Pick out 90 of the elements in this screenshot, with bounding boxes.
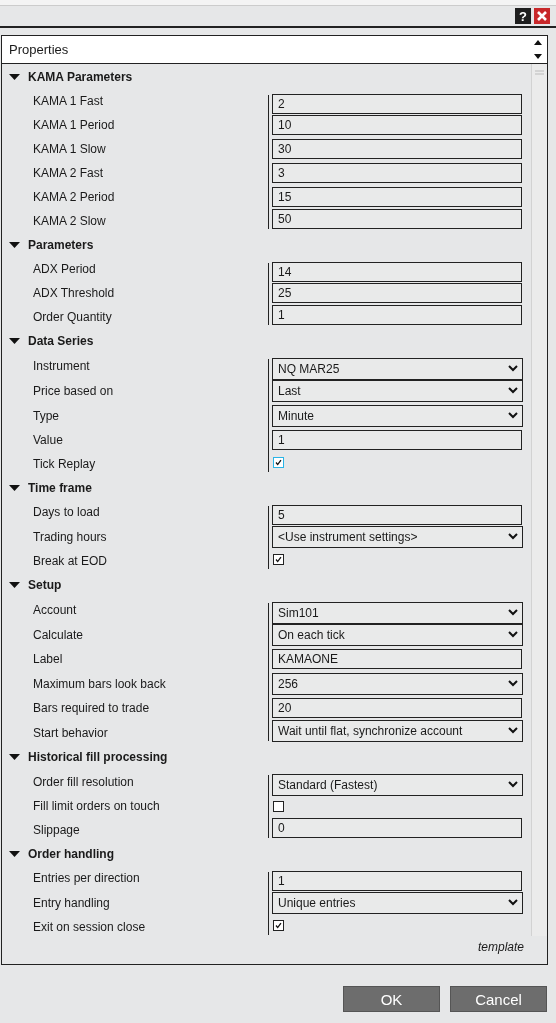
property-label: Trading hours — [32, 529, 108, 544]
collapse-triangle-icon[interactable] — [9, 581, 20, 589]
section-title: Historical fill processing — [28, 750, 168, 764]
grip-icon[interactable] — [535, 70, 544, 75]
property-label: KAMA 1 Slow — [32, 142, 107, 156]
value-field[interactable]: 0 — [272, 818, 522, 838]
value-field[interactable]: 1 — [272, 871, 522, 891]
value-field[interactable]: 1 — [272, 430, 522, 450]
property-label: KAMA 2 Period — [32, 190, 116, 204]
value-dropdown[interactable]: On each tick — [272, 623, 523, 646]
section-title: Data Series — [28, 334, 94, 348]
collapse-triangle-icon[interactable] — [9, 850, 20, 858]
chevron-down-icon — [508, 609, 518, 616]
property-label: Bars required to trade — [32, 701, 151, 715]
chevron-down-icon — [508, 727, 518, 734]
property-label: Start behavior — [32, 725, 109, 740]
chevron-down-icon — [508, 899, 518, 906]
chevron-down-icon — [508, 631, 518, 638]
value-field[interactable]: 25 — [272, 283, 522, 303]
value-field[interactable]: 20 — [272, 698, 522, 718]
value-field[interactable]: 5 — [272, 505, 522, 525]
help-button[interactable]: ? — [515, 8, 531, 24]
value-dropdown[interactable]: <Use instrument settings> — [272, 525, 523, 548]
value-field[interactable]: 10 — [272, 115, 522, 135]
property-label: Price based on — [32, 383, 115, 398]
value-field[interactable]: 3 — [272, 163, 522, 183]
property-label: Label — [32, 652, 64, 666]
property-label: Instrument — [32, 358, 91, 373]
property-label: Break at EOD — [32, 554, 109, 568]
value-field[interactable]: 50 — [272, 209, 522, 229]
section-title: Time frame — [28, 481, 92, 495]
cancel-button[interactable]: Cancel — [450, 986, 547, 1012]
ok-button[interactable]: OK — [343, 986, 440, 1012]
value-dropdown[interactable]: NQ MAR25 — [272, 357, 523, 380]
collapse-triangle-icon[interactable] — [9, 241, 20, 249]
property-label: Tick Replay — [32, 457, 97, 471]
property-label: Days to load — [32, 505, 101, 519]
property-label: Calculate — [32, 627, 85, 642]
collapse-triangle-icon[interactable] — [9, 337, 20, 345]
property-label: Slippage — [32, 823, 81, 837]
property-label: KAMA 1 Fast — [32, 94, 105, 108]
value-field[interactable]: 15 — [272, 187, 522, 207]
value-dropdown[interactable]: Standard (Fastest) — [272, 773, 523, 796]
collapse-triangle-icon[interactable] — [9, 73, 20, 81]
value-dropdown[interactable]: 256 — [272, 672, 523, 695]
value-dropdown[interactable]: Sim101 — [272, 601, 523, 624]
property-label: Entries per direction — [32, 871, 141, 885]
property-label: KAMA 1 Period — [32, 118, 116, 132]
checkbox[interactable] — [273, 800, 284, 812]
checkbox[interactable] — [273, 919, 284, 931]
properties-title: Properties — [9, 42, 69, 57]
property-label: Value — [32, 433, 64, 447]
chevron-down-icon — [508, 680, 518, 687]
property-label: Maximum bars look back — [32, 676, 167, 691]
value-field[interactable]: 2 — [272, 94, 522, 114]
property-label: Fill limit orders on touch — [32, 799, 161, 813]
collapse-triangle-icon[interactable] — [9, 753, 20, 761]
chevron-down-icon — [508, 387, 518, 394]
property-label: KAMA 2 Fast — [32, 166, 105, 180]
property-label: Order Quantity — [32, 310, 113, 324]
value-dropdown[interactable]: Unique entries — [272, 891, 523, 914]
property-label: Account — [32, 602, 78, 617]
value-field[interactable]: 1 — [272, 305, 522, 325]
chevron-down-icon — [508, 412, 518, 419]
checkbox[interactable] — [273, 456, 284, 468]
property-label: Entry handling — [32, 895, 111, 910]
property-label: Exit on session close — [32, 920, 147, 934]
section-title: Parameters — [28, 238, 94, 252]
property-label: Type — [32, 408, 60, 423]
chevron-down-icon — [508, 781, 518, 788]
scrollbar[interactable] — [531, 64, 547, 936]
property-label: Order fill resolution — [32, 774, 135, 789]
collapse-triangle-icon[interactable] — [9, 484, 20, 492]
scroll-arrows-icon[interactable] — [532, 38, 544, 61]
checkbox[interactable] — [273, 553, 284, 565]
chevron-down-icon — [508, 533, 518, 540]
chevron-down-icon — [508, 365, 518, 372]
value-dropdown[interactable]: Wait until flat, synchronize account — [272, 719, 523, 742]
value-dropdown[interactable]: Minute — [272, 404, 523, 427]
value-field[interactable]: 30 — [272, 139, 522, 159]
section-title: KAMA Parameters — [28, 70, 133, 84]
section-title: Setup — [28, 578, 62, 592]
property-label: ADX Threshold — [32, 286, 116, 300]
section-title: Order handling — [28, 847, 114, 861]
property-label: ADX Period — [32, 262, 97, 276]
value-field[interactable]: KAMAONE — [272, 649, 522, 669]
property-label: KAMA 2 Slow — [32, 214, 107, 228]
template-link[interactable]: template — [477, 940, 524, 964]
value-field[interactable]: 14 — [272, 262, 522, 282]
value-dropdown[interactable]: Last — [272, 379, 523, 402]
